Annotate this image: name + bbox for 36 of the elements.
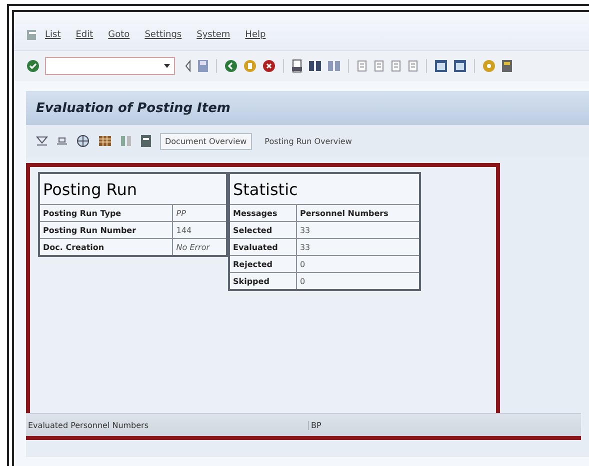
column-header: Messages <box>229 204 296 222</box>
print-icon[interactable] <box>291 59 303 73</box>
back-icon[interactable] <box>224 59 238 73</box>
menu-item[interactable]: Help <box>245 30 266 40</box>
screen-title: Evaluation of Posting Item <box>36 100 230 116</box>
toolbar-button[interactable]: Posting Run Overview <box>260 132 357 150</box>
row-label: Posting Run Number <box>39 222 173 238</box>
find-icon[interactable] <box>308 59 322 73</box>
menu-item[interactable]: System <box>196 30 230 40</box>
command-field[interactable] <box>45 57 175 75</box>
triangle-left-icon[interactable] <box>184 59 192 73</box>
row-label: Selected <box>229 222 296 238</box>
window-icon[interactable] <box>453 59 467 73</box>
window-icon[interactable] <box>434 59 448 73</box>
column-header: BP <box>310 420 322 430</box>
page-icon[interactable] <box>356 59 368 73</box>
row-label: Evaluated <box>229 238 296 256</box>
confirm-icon[interactable] <box>26 59 40 73</box>
page-icon[interactable] <box>390 59 402 73</box>
menu-item[interactable]: List <box>45 30 61 40</box>
menu-item[interactable]: Settings <box>144 30 182 40</box>
grid-icon[interactable] <box>98 134 112 148</box>
page-icon[interactable] <box>407 59 419 73</box>
cancel-icon[interactable] <box>262 59 276 73</box>
filter-icon[interactable] <box>36 134 48 148</box>
menu-item[interactable]: Edit <box>76 30 94 40</box>
page-icon[interactable] <box>373 59 385 73</box>
layout-icon[interactable] <box>501 59 513 73</box>
column-header: Evaluated Personnel Numbers <box>26 420 309 430</box>
menu-item[interactable]: Goto <box>108 30 130 40</box>
toolbar-button[interactable]: Document Overview <box>160 132 252 150</box>
layout-select-icon[interactable] <box>140 134 152 148</box>
dropdown-arrow-icon[interactable] <box>164 64 170 68</box>
row-label: Posting Run Type <box>39 204 173 222</box>
globe-icon[interactable] <box>76 134 90 148</box>
row-label: Rejected <box>229 256 296 272</box>
